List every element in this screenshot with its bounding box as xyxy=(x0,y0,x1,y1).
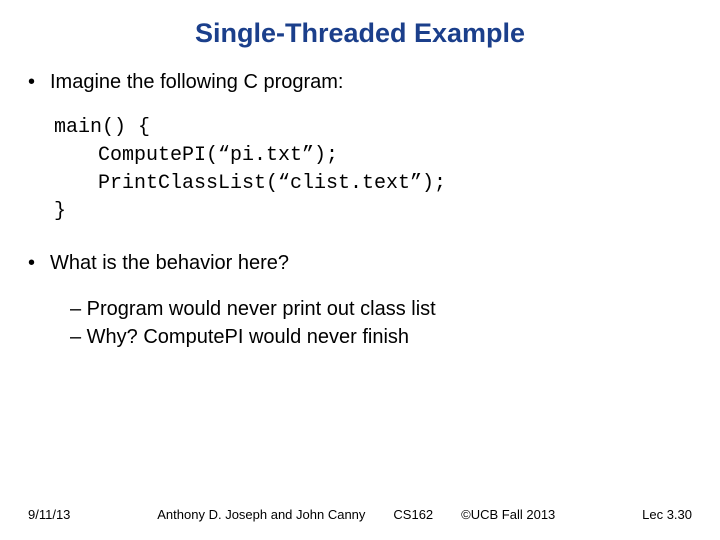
bullet-2: • What is the behavior here? xyxy=(28,250,692,277)
code-line-4: } xyxy=(54,198,692,226)
slide-title: Single-Threaded Example xyxy=(0,0,720,49)
sub-bullet-1: – Program would never print out class li… xyxy=(70,295,692,323)
bullet-dot: • xyxy=(28,250,50,277)
footer-center: Anthony D. Joseph and John Canny CS162 ©… xyxy=(157,507,555,522)
footer-lec: Lec 3.30 xyxy=(642,507,692,522)
bullet-1-text: Imagine the following C program: xyxy=(50,69,343,96)
footer-authors: Anthony D. Joseph and John Canny xyxy=(157,507,365,522)
bullet-dot: • xyxy=(28,69,50,96)
footer-course: CS162 xyxy=(393,507,433,522)
code-line-3: PrintClassList(“clist.text”); xyxy=(98,170,692,198)
code-line-1: main() { xyxy=(54,114,692,142)
bullet-1: • Imagine the following C program: xyxy=(28,69,692,96)
footer-date: 9/11/13 xyxy=(28,507,70,522)
code-line-2: ComputePI(“pi.txt”); xyxy=(98,142,692,170)
slide-content: • Imagine the following C program: main(… xyxy=(0,49,720,351)
sub-bullet-2: – Why? ComputePI would never finish xyxy=(70,323,692,351)
code-block: main() { ComputePI(“pi.txt”); PrintClass… xyxy=(54,114,692,226)
footer-copyright: ©UCB Fall 2013 xyxy=(461,507,555,522)
bullet-2-text: What is the behavior here? xyxy=(50,250,289,277)
footer: 9/11/13 Anthony D. Joseph and John Canny… xyxy=(0,507,720,522)
